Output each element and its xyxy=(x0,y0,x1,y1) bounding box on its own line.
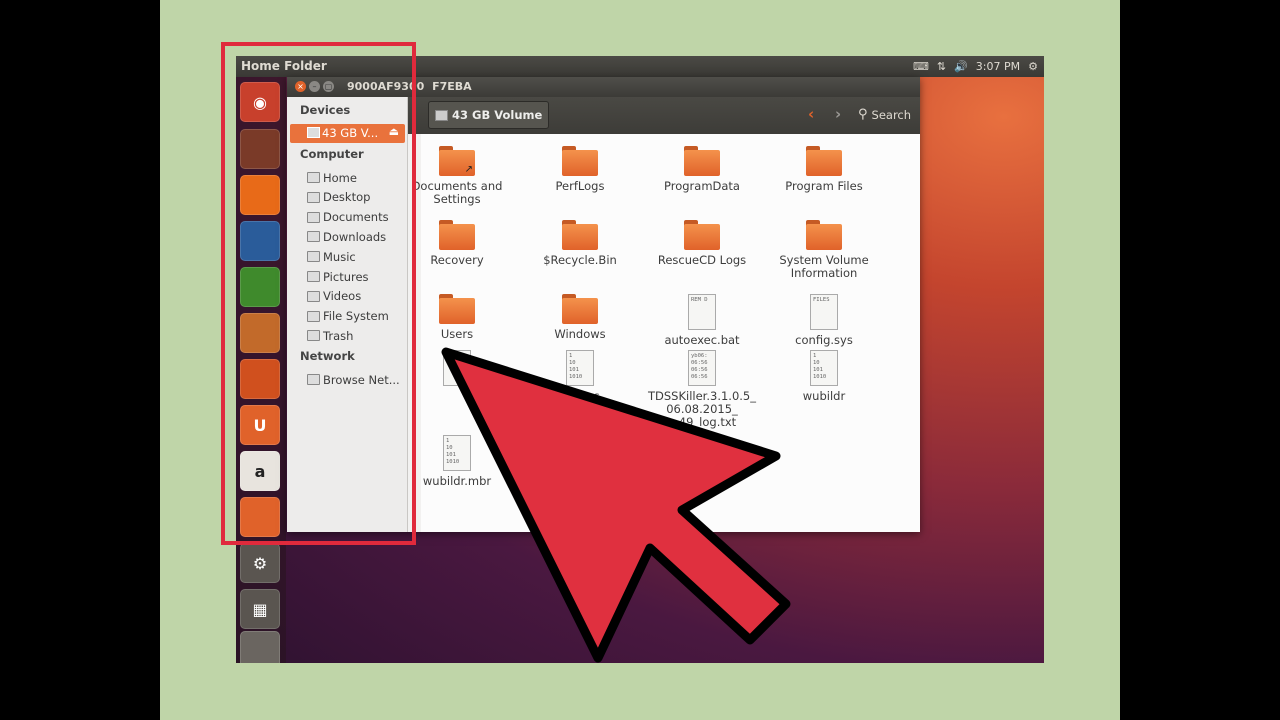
pointer-arrow xyxy=(441,347,791,663)
